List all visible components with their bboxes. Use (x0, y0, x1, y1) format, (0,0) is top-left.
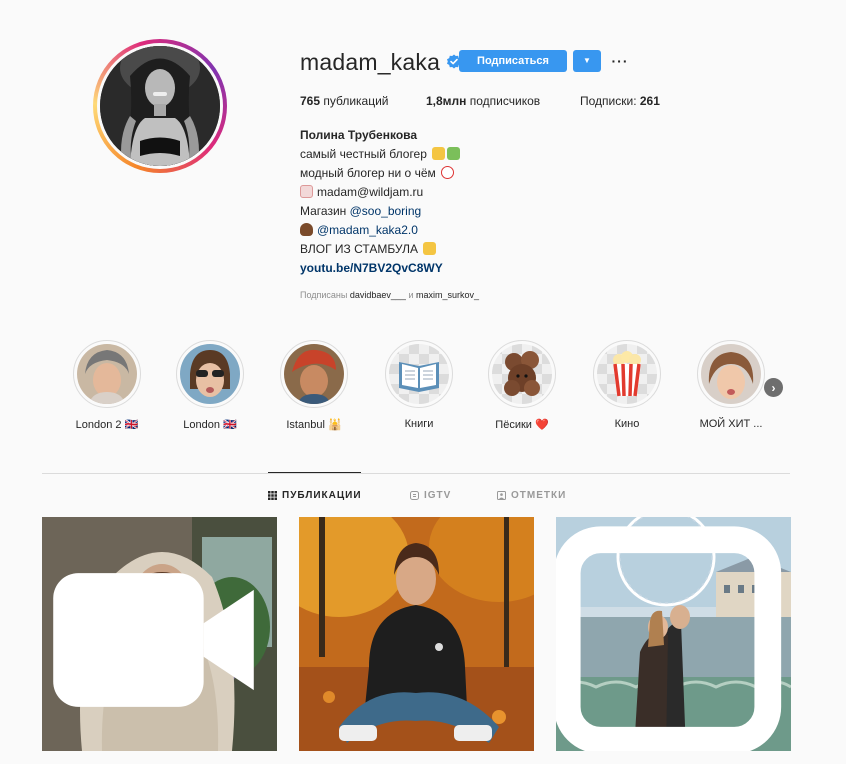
tag-icon (497, 491, 506, 500)
tabs-divider (42, 473, 790, 474)
highlight-label: МОЙ ХИТ ... (699, 418, 763, 430)
highlight-item[interactable]: London 🇬🇧 (160, 340, 260, 431)
bio-line-1: самый честный блогер (300, 145, 461, 164)
email-text: madam@wildjam.ru (317, 185, 424, 199)
tab-igtv-label: IGTV (424, 490, 452, 501)
highlight-label: Кино (614, 418, 640, 430)
bio-website: youtu.be/N7BV2QvC8WY (300, 259, 460, 278)
highlight-ring (593, 340, 661, 408)
pointing-down-emoji-icon (423, 242, 437, 255)
highlight-ring (488, 340, 556, 408)
followed-by-sep: и (405, 290, 416, 300)
bio-line-1-text: самый честный блогер (300, 147, 427, 161)
highlight-cover (284, 344, 344, 404)
full-name: Полина Трубенкова (300, 128, 418, 142)
envelope-emoji-icon (300, 185, 313, 198)
post-thumbnail[interactable] (42, 517, 277, 751)
story-highlights: London 2 🇬🇧 London 🇬🇧 Istanbul 🕌 Книги П… (0, 340, 846, 440)
followed-by-user-2[interactable]: maxim_surkov_ (416, 290, 479, 300)
bio-line-2-text: модный блогер ни о чём (300, 166, 436, 180)
highlight-cover (492, 344, 552, 404)
chevron-down-icon: ▼ (583, 56, 591, 65)
highlight-ring (280, 340, 348, 408)
highlight-cover (701, 344, 761, 404)
avatar-photo (100, 46, 220, 166)
suggestions-dropdown-button[interactable]: ▼ (573, 50, 601, 72)
ok-hand-emoji-icon (432, 147, 446, 160)
following-count: 261 (639, 94, 660, 108)
shop-prefix: Магазин (300, 204, 350, 218)
more-options-icon[interactable]: ··· (611, 52, 629, 70)
website-link[interactable]: youtu.be/N7BV2QvC8WY (300, 261, 443, 275)
username-row: madam_kaka (300, 48, 462, 76)
bio-line-6: ВЛОГ ИЗ СТАМБУЛА (300, 240, 460, 259)
highlight-label: London 🇬🇧 (183, 419, 237, 431)
followed-by[interactable]: Подписаны davidbaev___ и maxim_surkov_ (300, 290, 479, 300)
highlight-cover (180, 344, 240, 404)
post-thumbnail[interactable] (556, 517, 791, 751)
following-stat[interactable]: Подписки: 261 (580, 94, 660, 108)
highlight-cover (77, 344, 137, 404)
posts-count-stat: 765 публикаций (300, 94, 389, 108)
followers-count: 1,8млн (426, 94, 467, 108)
shop-link[interactable]: @soo_boring (350, 204, 422, 218)
avatar-inner (97, 43, 223, 169)
igtv-icon (410, 491, 419, 500)
highlight-item[interactable]: Пёсики ❤️ (472, 340, 572, 431)
tab-posts-label: ПУБЛИКАЦИИ (282, 490, 362, 501)
bio-line-2: модный блогер ни о чём (300, 164, 460, 183)
under-18-emoji-icon (441, 166, 455, 179)
avatar[interactable] (100, 46, 220, 166)
highlight-label: Пёсики ❤️ (495, 419, 549, 431)
grid-icon (268, 491, 277, 500)
highlight-cover (597, 344, 657, 404)
post-image (299, 517, 534, 751)
bio-line-5: @madam_kaka2.0 (300, 221, 460, 240)
money-emoji-icon (447, 147, 461, 160)
highlight-item[interactable]: Книги (369, 340, 469, 430)
profile-avatar-ring[interactable] (93, 39, 227, 173)
post-thumbnail[interactable] (299, 517, 534, 751)
followers-stat[interactable]: 1,8млн подписчиков (426, 94, 540, 108)
highlight-label: Istanbul 🕌 (286, 419, 342, 431)
highlight-cover (389, 344, 449, 404)
active-tab-indicator (268, 472, 361, 473)
video-icon (53, 573, 254, 707)
highlight-item[interactable]: London 2 🇬🇧 (57, 340, 157, 431)
highlight-ring (176, 340, 244, 408)
bio-line-6-text: ВЛОГ ИЗ СТАМБУЛА (300, 242, 419, 256)
followers-label: подписчиков (466, 94, 541, 108)
highlight-ring (385, 340, 453, 408)
profile-username: madam_kaka (300, 48, 441, 75)
bio-line-3: madam@wildjam.ru (300, 183, 460, 202)
bio-line-4: Магазин @soo_boring (300, 202, 460, 221)
highlight-item[interactable]: Istanbul 🕌 (264, 340, 364, 431)
tab-igtv[interactable]: IGTV (410, 490, 451, 501)
carousel-icon (556, 526, 782, 751)
following-label: Подписки: (580, 94, 640, 108)
highlight-ring (697, 340, 765, 408)
tab-tagged[interactable]: ОТМЕТКИ (497, 490, 566, 501)
posts-count: 765 (300, 94, 321, 108)
follow-button[interactable]: Подписаться (459, 50, 567, 72)
followed-by-prefix: Подписаны (300, 290, 350, 300)
second-account-link[interactable]: @madam_kaka2.0 (317, 223, 418, 237)
highlight-label: London 2 🇬🇧 (75, 419, 139, 431)
highlight-item[interactable]: Кино (577, 340, 677, 430)
chevron-right-icon[interactable]: › (764, 378, 783, 397)
profile-bio: Полина Трубенкова самый честный блогер м… (300, 126, 461, 278)
posts-label: публикаций (320, 94, 389, 108)
poop-emoji-icon (300, 223, 313, 236)
tab-posts[interactable]: ПУБЛИКАЦИИ (268, 490, 362, 501)
followed-by-user-1[interactable]: davidbaev___ (350, 290, 406, 300)
tab-tagged-label: ОТМЕТКИ (511, 490, 567, 501)
highlight-label: Книги (404, 418, 434, 430)
highlight-ring (73, 340, 141, 408)
